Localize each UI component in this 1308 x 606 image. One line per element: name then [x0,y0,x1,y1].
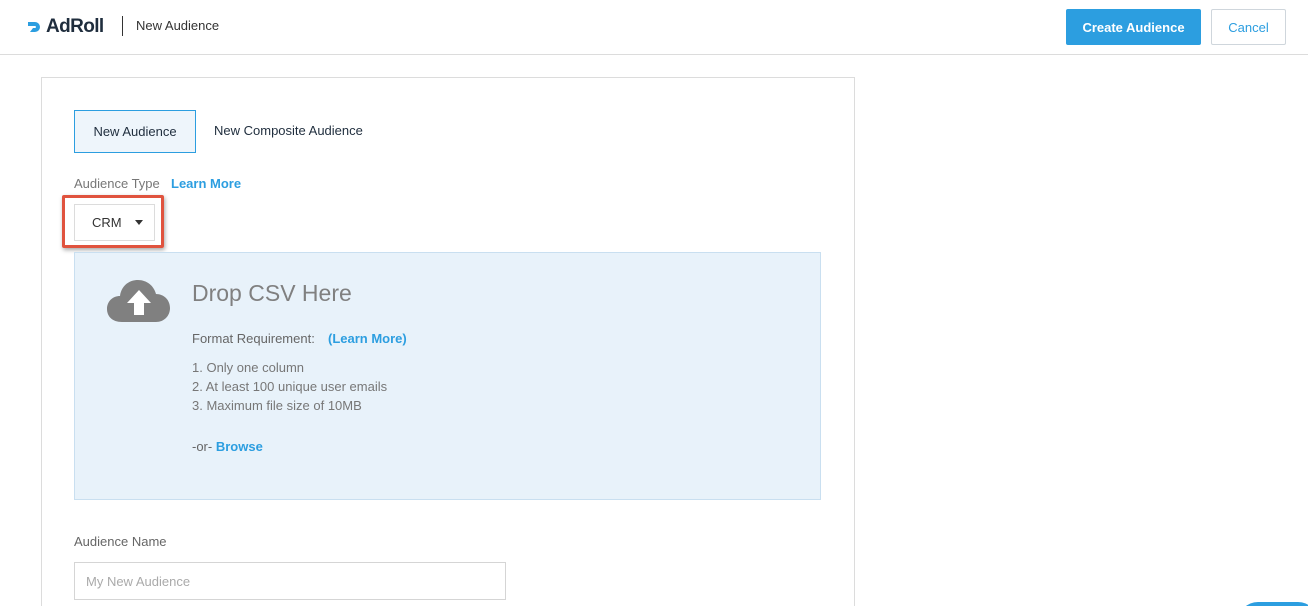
page-title: New Audience [136,18,220,33]
adroll-logo[interactable]: AdRoll [26,15,104,39]
cloud-upload-icon [106,278,172,329]
requirement-item: 3. Maximum file size of 10MB [192,398,362,413]
dropzone-title: Drop CSV Here [192,280,352,306]
caret-down-icon [134,220,143,225]
audience-name-input[interactable] [74,562,506,600]
audience-type-learn-more-link[interactable]: Learn More [171,176,241,191]
audience-type-select[interactable]: CRM [74,204,155,241]
requirement-item: 2. At least 100 unique user emails [192,379,388,394]
audience-type-label: Audience Type [74,176,160,191]
chat-widget-button[interactable] [1238,602,1308,606]
top-header: AdRoll New Audience Create Audience Canc… [0,0,1308,55]
audience-name-label: Audience Name [74,534,167,549]
tab-new-composite-audience[interactable]: New Composite Audience [214,123,363,138]
format-requirement-label: Format Requirement: [192,331,315,346]
or-text: -or- [192,439,213,454]
cancel-button[interactable]: Cancel [1211,9,1286,45]
header-divider [122,16,123,36]
browse-link[interactable]: Browse [216,439,263,454]
csv-dropzone[interactable] [74,252,821,500]
audience-type-value: CRM [92,215,122,230]
adroll-logo-icon [28,22,40,32]
requirement-item: 1. Only one column [192,360,305,375]
tab-new-audience[interactable]: New Audience [74,110,196,153]
format-learn-more-link[interactable]: (Learn More) [328,331,407,346]
brand-name: AdRoll [46,16,104,37]
create-audience-button[interactable]: Create Audience [1066,9,1201,45]
or-browse-line: -or- Browse [192,439,263,454]
